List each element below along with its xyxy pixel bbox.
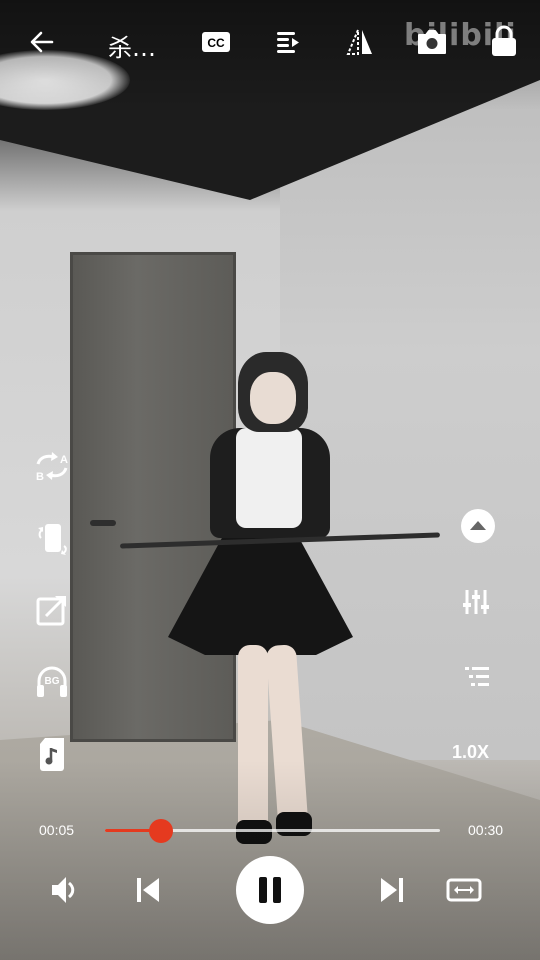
camera-icon	[418, 30, 446, 54]
seek-thumb[interactable]	[148, 819, 173, 843]
dancer-collar	[236, 428, 302, 528]
volume-button[interactable]	[42, 868, 86, 912]
popup-window-button[interactable]	[30, 588, 74, 632]
seek-bar[interactable]	[105, 819, 440, 843]
mirror-button[interactable]	[342, 24, 378, 60]
ab-repeat-icon: A B	[36, 452, 68, 483]
lock-icon	[492, 25, 516, 56]
svg-text:CC: CC	[207, 36, 225, 50]
open-external-icon	[36, 596, 66, 626]
playlist-button[interactable]	[270, 24, 306, 60]
next-button[interactable]	[370, 868, 414, 912]
total-time: 00:30	[468, 822, 504, 838]
video-frame[interactable]	[0, 0, 540, 960]
pause-icon	[259, 877, 281, 903]
ab-repeat-button[interactable]: A B	[30, 444, 74, 488]
rotate-screen-button[interactable]	[30, 516, 74, 560]
background-play-button[interactable]: BG	[30, 660, 74, 704]
cc-icon: CC	[202, 32, 230, 52]
headphones-icon: BG	[37, 666, 67, 697]
subtitles-button[interactable]: CC	[198, 26, 234, 58]
door-handle	[90, 520, 116, 526]
audio-mode-button[interactable]	[30, 732, 74, 776]
back-button[interactable]	[24, 24, 60, 60]
top-bar: 杀… CC	[0, 0, 540, 84]
screenshot-button[interactable]	[414, 24, 450, 60]
dancer-face	[250, 372, 296, 424]
pause-button[interactable]	[236, 856, 304, 924]
wall	[280, 80, 540, 760]
mirror-icon	[346, 29, 372, 55]
ab-letter-b: B	[36, 471, 44, 483]
aspect-ratio-button[interactable]	[442, 868, 486, 912]
aspect-ratio-icon	[446, 878, 482, 902]
video-title: 杀…	[108, 34, 156, 62]
bg-badge: BG	[45, 676, 60, 687]
playback-speed-button[interactable]: 1.0X	[452, 742, 489, 763]
back-arrow-icon	[30, 31, 54, 53]
ab-letter-a: A	[60, 454, 68, 466]
current-time: 00:05	[39, 822, 75, 838]
music-file-icon	[40, 738, 64, 771]
previous-button[interactable]	[126, 868, 170, 912]
lock-screen-button[interactable]	[486, 22, 522, 60]
list-icon	[465, 667, 489, 686]
chapter-list-button[interactable]	[454, 654, 498, 698]
skip-next-icon	[381, 878, 403, 902]
rotate-screen-icon	[38, 524, 67, 555]
speaker-icon	[52, 877, 75, 903]
equalizer-icon	[463, 590, 489, 614]
equalizer-button[interactable]	[454, 580, 498, 624]
expand-up-button[interactable]	[456, 504, 500, 548]
caret-up-icon	[461, 509, 495, 543]
skip-previous-icon	[137, 878, 159, 902]
playlist-icon	[277, 32, 299, 53]
